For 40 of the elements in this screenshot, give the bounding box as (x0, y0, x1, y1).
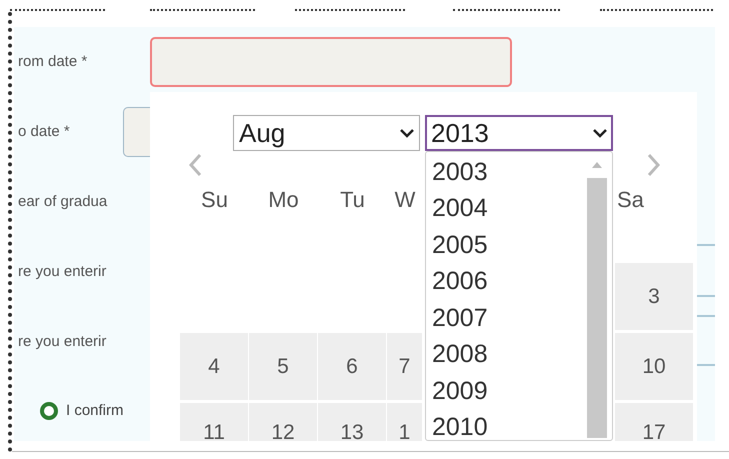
next-icon[interactable] (647, 153, 661, 177)
day-cell[interactable]: 6 (318, 333, 387, 400)
radio-icon[interactable] (40, 402, 58, 420)
day-cell[interactable]: 4 (180, 333, 249, 400)
year-option[interactable]: 2005 (431, 227, 581, 264)
weekday-label: Tu (340, 186, 365, 214)
field-label: rom date * (18, 53, 88, 70)
field-label: o date * (18, 123, 70, 140)
field-label: re you enterir (18, 332, 106, 352)
year-option[interactable]: 2007 (431, 300, 581, 336)
previous-icon[interactable] (188, 153, 202, 177)
day-cell[interactable]: 10 (615, 333, 693, 400)
day-cell[interactable]: 17 (615, 403, 693, 441)
day-cell[interactable]: 11 (180, 403, 249, 441)
weekday-label: W (394, 186, 416, 214)
year-option[interactable]: 2010 (431, 410, 581, 441)
day-cell[interactable]: 12 (249, 403, 318, 441)
year-option[interactable]: 2008 (431, 336, 581, 373)
day-cell[interactable]: 1 (387, 403, 423, 441)
scroll-up-icon[interactable] (592, 162, 602, 168)
year-select[interactable]: 2013 (425, 115, 613, 151)
confirm-label: I confirm (66, 400, 124, 421)
year-option[interactable]: 2003 (431, 154, 581, 190)
weekday-label: Su (201, 186, 228, 214)
field-label: ear of gradua (18, 192, 108, 212)
field-label: re you enterir (18, 262, 106, 282)
date-input-field[interactable] (150, 37, 512, 87)
year-option[interactable]: 2006 (431, 264, 581, 300)
date-input-field[interactable] (123, 107, 150, 157)
month-select[interactable]: Aug (233, 115, 420, 151)
day-cell[interactable]: 13 (318, 403, 387, 441)
year-option[interactable]: 2009 (431, 373, 581, 410)
weekday-label: Sa (616, 186, 644, 214)
day-cell[interactable]: 7 (387, 333, 423, 400)
day-cell[interactable]: 3 (615, 263, 693, 330)
day-cell[interactable]: 5 (249, 333, 318, 400)
chevron-down-icon (400, 128, 414, 138)
weekday-label: Mo (268, 186, 299, 214)
chevron-down-icon (593, 128, 607, 138)
year-option[interactable]: 2004 (431, 190, 581, 227)
